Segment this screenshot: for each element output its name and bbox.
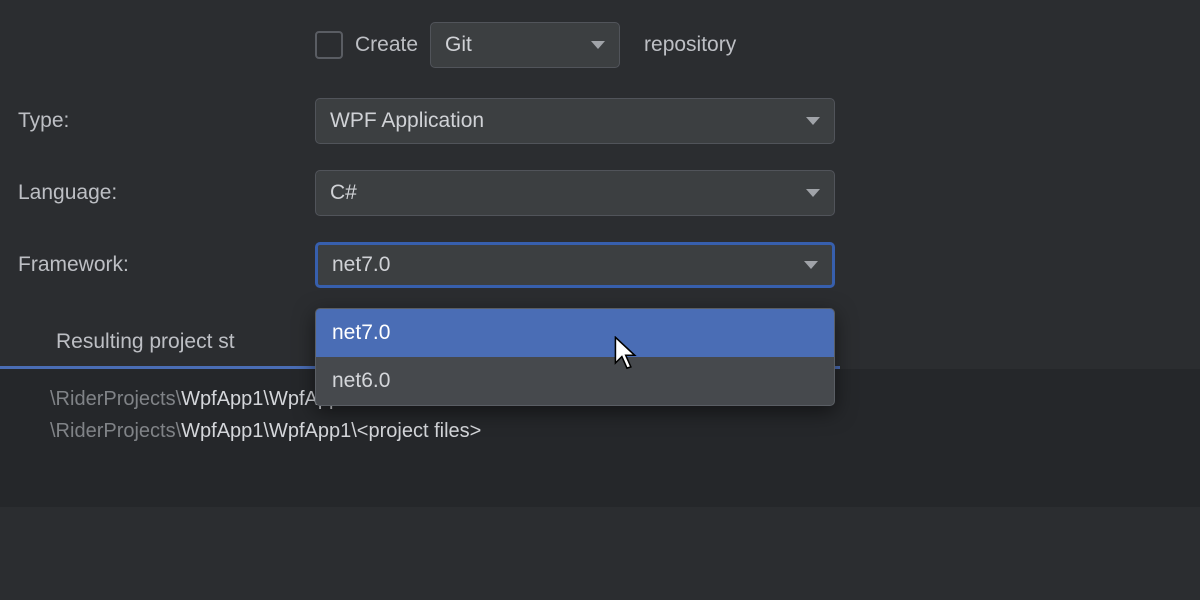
create-label: Create — [355, 33, 418, 57]
language-row: Language: C# — [0, 170, 1200, 216]
language-select-value: C# — [330, 181, 357, 205]
path-prefix: \RiderProjects\ — [50, 388, 181, 410]
framework-option-net7[interactable]: net7.0 — [316, 309, 834, 357]
type-label: Type: — [0, 109, 315, 133]
framework-select[interactable]: net7.0 — [315, 242, 835, 288]
path-line: \RiderProjects\WpfApp1\WpfApp1\<project … — [50, 415, 1182, 447]
create-repo-row: Create Git repository — [0, 22, 1200, 68]
path-prefix: \RiderProjects\ — [50, 420, 181, 442]
framework-select-value: net7.0 — [332, 253, 390, 277]
path-main: WpfApp1\WpfApp1\<project files> — [181, 420, 481, 442]
language-label: Language: — [0, 181, 315, 205]
vcs-select-value: Git — [445, 33, 472, 57]
framework-option-net6[interactable]: net6.0 — [316, 357, 834, 405]
framework-row: Framework: net7.0 — [0, 242, 1200, 288]
framework-dropdown-popup: net7.0 net6.0 — [315, 308, 835, 406]
repository-label: repository — [644, 33, 736, 57]
create-repo-checkbox[interactable] — [315, 31, 343, 59]
chevron-down-icon — [806, 117, 820, 125]
chevron-down-icon — [804, 261, 818, 269]
framework-label: Framework: — [0, 253, 315, 277]
chevron-down-icon — [806, 189, 820, 197]
language-select[interactable]: C# — [315, 170, 835, 216]
type-row: Type: WPF Application — [0, 98, 1200, 144]
chevron-down-icon — [591, 41, 605, 49]
vcs-select[interactable]: Git — [430, 22, 620, 68]
type-select-value: WPF Application — [330, 109, 484, 133]
type-select[interactable]: WPF Application — [315, 98, 835, 144]
project-form: Create Git repository Type: WPF Applicat… — [0, 0, 1200, 507]
